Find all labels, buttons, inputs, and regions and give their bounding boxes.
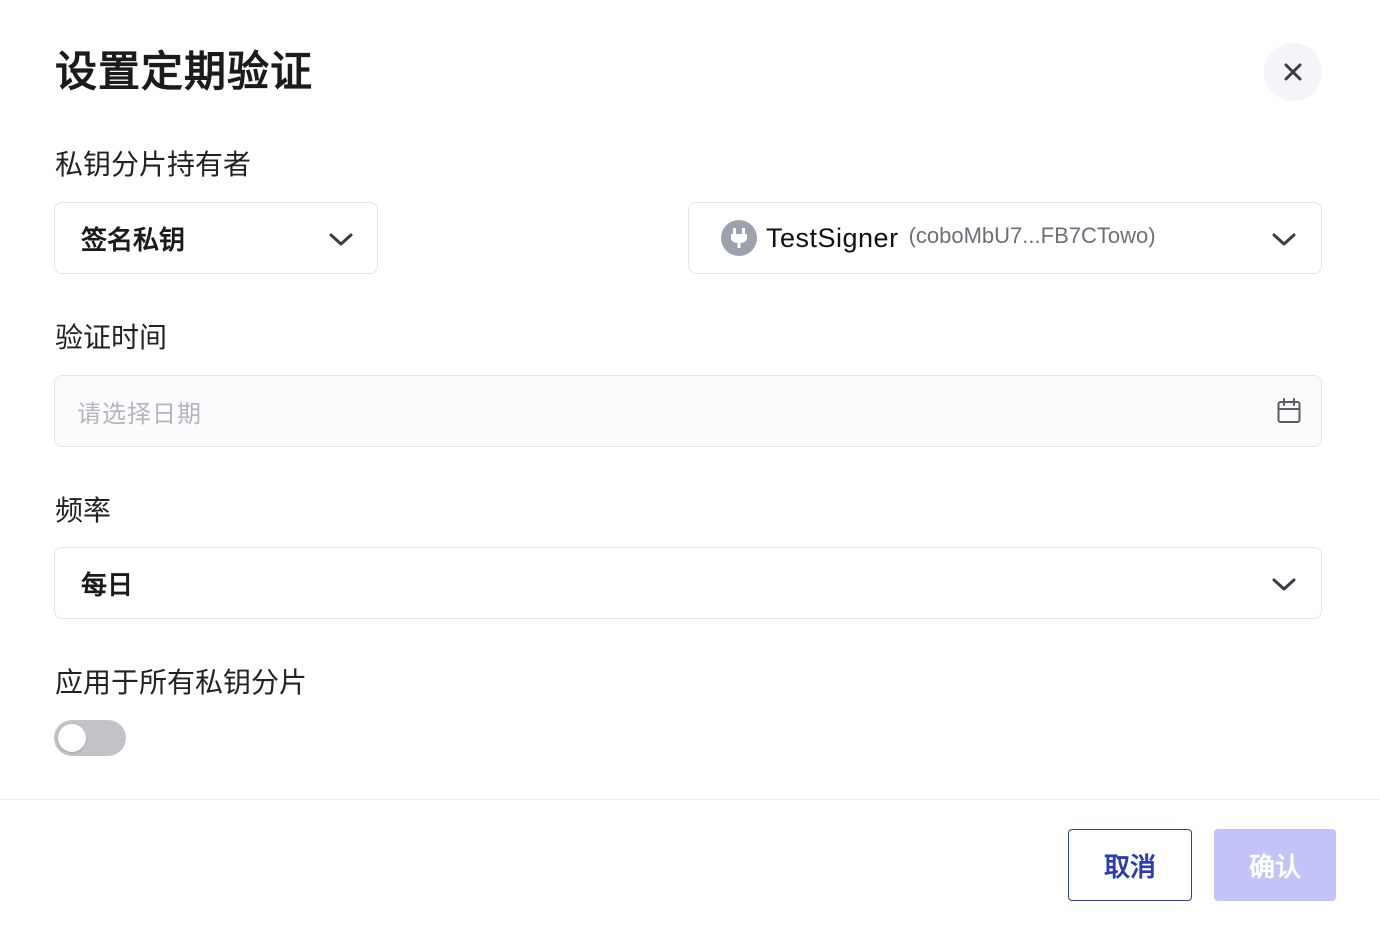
verify-time-label: 验证时间 bbox=[55, 321, 168, 354]
close-icon bbox=[1284, 63, 1302, 81]
frequency-select[interactable]: 每日 bbox=[54, 547, 1322, 619]
calendar-icon[interactable] bbox=[1277, 398, 1301, 424]
frequency-label: 频率 bbox=[55, 494, 112, 527]
chevron-down-icon bbox=[1272, 578, 1296, 591]
plug-icon bbox=[721, 220, 757, 256]
signer-select[interactable]: TestSigner (coboMbU7...FB7CTowo) bbox=[688, 202, 1322, 274]
signer-name: TestSigner bbox=[766, 222, 899, 253]
dialog-title: 设置定期验证 bbox=[55, 47, 314, 96]
signer-id: (coboMbU7...FB7CTowo) bbox=[908, 223, 1156, 248]
key-type-value: 签名私钥 bbox=[81, 225, 186, 256]
cancel-button[interactable]: 取消 bbox=[1068, 829, 1192, 901]
footer-divider bbox=[0, 799, 1380, 800]
confirm-button[interactable]: 确认 bbox=[1214, 829, 1336, 901]
date-placeholder: 请选择日期 bbox=[77, 399, 202, 428]
date-picker-input[interactable]: 请选择日期 bbox=[54, 375, 1322, 447]
close-button[interactable] bbox=[1264, 43, 1322, 101]
toggle-knob bbox=[58, 724, 86, 752]
chevron-down-icon bbox=[329, 233, 353, 246]
apply-all-toggle[interactable] bbox=[54, 720, 126, 756]
chevron-down-icon bbox=[1272, 233, 1296, 246]
frequency-value: 每日 bbox=[81, 570, 134, 601]
verification-dialog: 设置定期验证 私钥分片持有者 签名私钥 TestSigner (coboMbU7… bbox=[0, 0, 1380, 930]
key-type-select[interactable]: 签名私钥 bbox=[54, 202, 378, 274]
holder-label: 私钥分片持有者 bbox=[55, 148, 252, 181]
apply-all-label: 应用于所有私钥分片 bbox=[55, 666, 308, 699]
